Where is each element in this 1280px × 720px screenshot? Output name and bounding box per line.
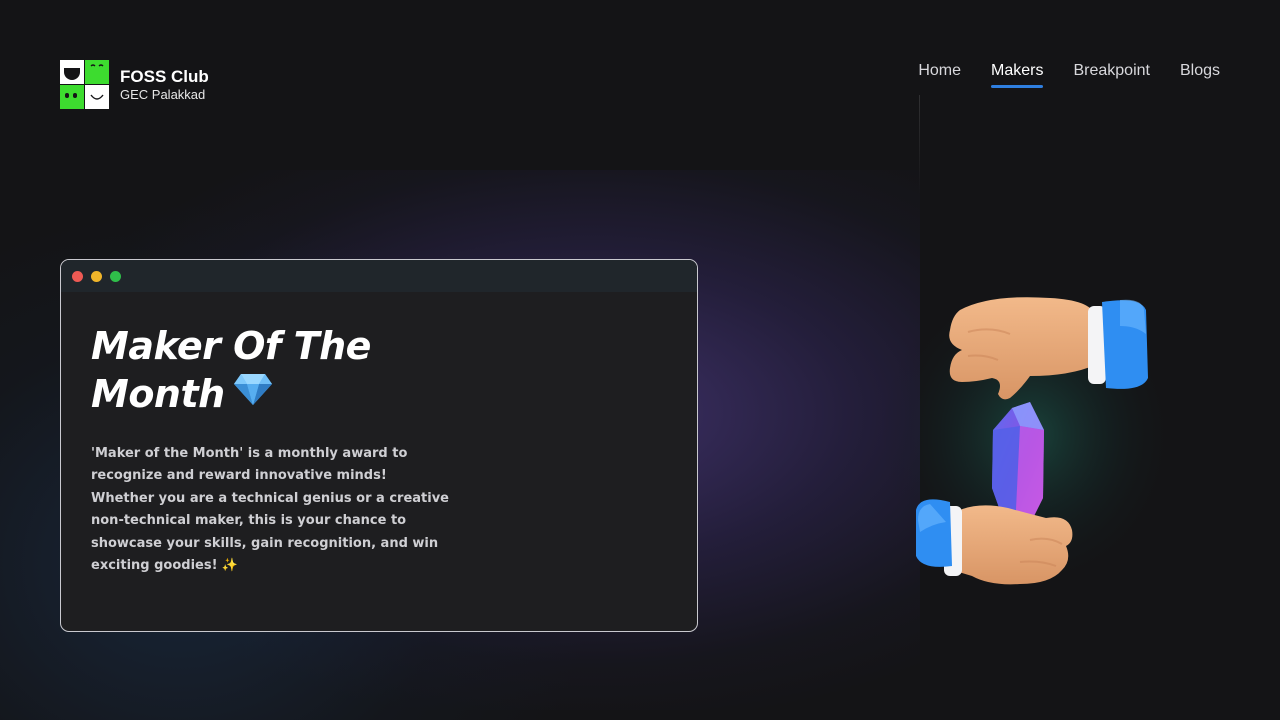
main-nav: Home Makers Breakpoint Blogs: [918, 62, 1220, 88]
page: FOSS Club GEC Palakkad Home Makers Break…: [0, 0, 1280, 720]
logo-tile: [60, 60, 84, 84]
divider-line: [919, 95, 920, 195]
nav-item-makers[interactable]: Makers: [991, 62, 1044, 88]
logo-mark-icon: [60, 60, 109, 109]
nav-item-blogs[interactable]: Blogs: [1180, 62, 1220, 88]
description: 'Maker of the Month' is a monthly award …: [91, 443, 451, 578]
maker-of-month-card: Maker Of The Month 'Maker of the Month' …: [60, 259, 698, 632]
brand-subtitle: GEC Palakkad: [120, 87, 206, 102]
logo-tile: [85, 60, 109, 84]
title-line-1: Maker Of The: [91, 324, 371, 368]
brand-logo[interactable]: FOSS Club GEC Palakkad: [60, 60, 209, 109]
logo-tile: [85, 85, 109, 109]
description-text: 'Maker of the Month' is a monthly award …: [91, 445, 449, 574]
nav-item-home[interactable]: Home: [918, 62, 961, 88]
window-maximize-dot: [110, 270, 121, 282]
nav-item-breakpoint[interactable]: Breakpoint: [1073, 62, 1150, 88]
window-close-dot: [72, 270, 83, 282]
sparkles-icon: ✨: [221, 558, 238, 573]
title-line-2: Month: [91, 372, 225, 416]
page-title: Maker Of The Month: [91, 322, 421, 421]
gem-icon: [233, 369, 273, 417]
brand-name: FOSS Club: [120, 67, 209, 86]
logo-tile: [60, 85, 84, 109]
hands-passing-gem-icon: [880, 275, 1180, 595]
window-title-bar: [61, 260, 697, 292]
window-minimize-dot: [91, 270, 102, 282]
